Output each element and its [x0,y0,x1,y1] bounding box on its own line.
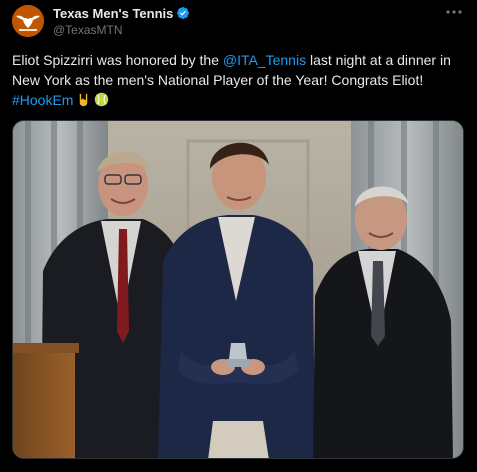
tweet-text-part: Eliot Spizzirri was honored by the [12,52,223,68]
hook-em-hand-icon [76,92,91,107]
more-horizontal-icon [446,10,462,14]
display-name[interactable]: Texas Men's Tennis [53,6,173,21]
longhorn-logo-icon [12,5,44,37]
tennis-ball-icon [94,92,109,107]
hashtag-link[interactable]: #HookEm [12,92,73,108]
tweet-text: Eliot Spizzirri was honored by the @ITA_… [12,50,467,110]
tweet-card: Texas Men's Tennis @TexasMTN Eliot Spizz… [0,0,477,472]
avatar[interactable] [12,5,44,37]
more-options-button[interactable] [444,5,464,19]
tweet-photo[interactable] [12,120,464,459]
account-handle[interactable]: @TexasMTN [53,23,190,37]
display-name-row: Texas Men's Tennis [53,5,190,21]
mention-link[interactable]: @ITA_Tennis [223,52,306,68]
verified-badge-icon[interactable] [176,6,190,20]
award-photo-image [13,121,463,458]
account-names: Texas Men's Tennis @TexasMTN [53,5,190,37]
